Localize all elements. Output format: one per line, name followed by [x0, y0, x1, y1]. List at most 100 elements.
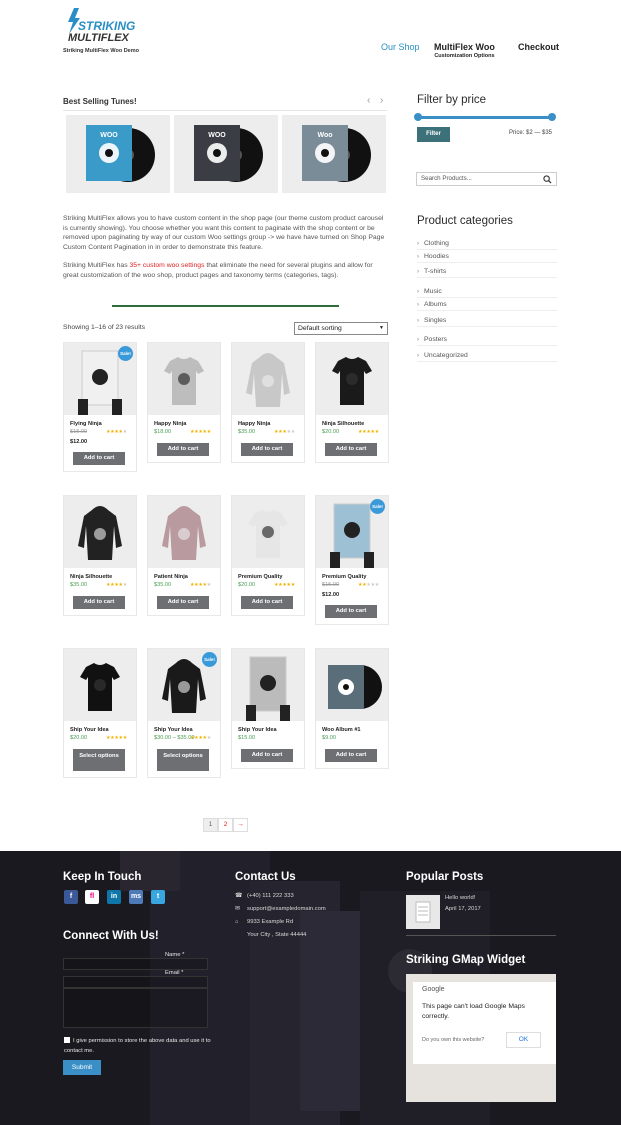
- add-to-cart-button[interactable]: Add to cart: [157, 596, 209, 609]
- product-image[interactable]: [232, 649, 304, 721]
- product-image[interactable]: [316, 343, 388, 415]
- carousel-next-icon[interactable]: ›: [380, 95, 383, 106]
- carousel-prev-icon[interactable]: ‹: [367, 95, 370, 106]
- category-item[interactable]: › Uncategorized: [417, 352, 557, 362]
- myspace-icon[interactable]: ms: [129, 890, 143, 904]
- product-name[interactable]: Premium Quality: [238, 574, 304, 580]
- product-name[interactable]: Ship Your Idea: [238, 727, 304, 733]
- carousel-item[interactable]: WOO: [174, 115, 278, 193]
- message-field[interactable]: [63, 988, 208, 1028]
- product-name[interactable]: Flying Ninja: [70, 421, 136, 427]
- product-image[interactable]: [64, 649, 136, 721]
- filter-button[interactable]: Filter: [417, 127, 450, 142]
- page-2[interactable]: 2: [218, 818, 233, 832]
- linkedin-icon[interactable]: in: [107, 890, 121, 904]
- product-card[interactable]: Happy Ninja $18.00 ★★★★★ Add to cart: [147, 342, 221, 463]
- category-item[interactable]: › Posters: [417, 336, 557, 346]
- add-to-cart-button[interactable]: Add to cart: [157, 443, 209, 456]
- product-price-row: $18.00 ★★★★★: [154, 429, 220, 437]
- product-card[interactable]: Patient Ninja $35.00 ★★★★★ Add to cart: [147, 495, 221, 616]
- product-name[interactable]: Happy Ninja: [154, 421, 220, 427]
- add-to-cart-button[interactable]: Add to cart: [73, 596, 125, 609]
- product-image[interactable]: [316, 649, 388, 721]
- submit-button[interactable]: Submit: [63, 1060, 101, 1075]
- product-image[interactable]: [64, 496, 136, 568]
- sort-select[interactable]: Default sorting ▼: [294, 322, 388, 335]
- product-image[interactable]: Sale!: [148, 649, 220, 721]
- product-name[interactable]: Ship Your Idea: [70, 727, 136, 733]
- product-card[interactable]: Happy Ninja $35.00 ★★★★★ Add to cart: [231, 342, 305, 463]
- consent-label: I give permission to store the above dat…: [64, 1038, 211, 1054]
- category-label: Uncategorized: [424, 352, 468, 359]
- custom-woo-settings-link[interactable]: 35+ custom woo settings: [129, 262, 204, 269]
- search-products-input[interactable]: Search Products...: [416, 172, 557, 186]
- product-image[interactable]: Sale!: [64, 343, 136, 415]
- price-slider-track[interactable]: [417, 116, 552, 119]
- result-count: Showing 1–16 of 23 results: [63, 324, 145, 331]
- add-to-cart-button[interactable]: Add to cart: [241, 596, 293, 609]
- add-to-cart-button[interactable]: Add to cart: [325, 749, 377, 762]
- search-icon[interactable]: [543, 175, 552, 184]
- product-image[interactable]: [232, 343, 304, 415]
- product-name[interactable]: Ninja Silhouette: [322, 421, 388, 427]
- category-item[interactable]: › Hoodies: [417, 253, 557, 263]
- product-image[interactable]: [148, 496, 220, 568]
- post-title[interactable]: Hello world!: [445, 895, 475, 901]
- select-options-button[interactable]: Select options: [157, 749, 209, 771]
- product-image[interactable]: [148, 343, 220, 415]
- name-field[interactable]: [63, 958, 208, 970]
- page-next[interactable]: →: [233, 818, 248, 832]
- category-label: Posters: [424, 336, 448, 343]
- product-card[interactable]: Ninja Silhouette $20.00 ★★★★★ Add to cart: [315, 342, 389, 463]
- price-slider-min-handle[interactable]: [414, 113, 422, 121]
- category-item[interactable]: › Music: [417, 288, 557, 298]
- flickr-icon[interactable]: fl: [85, 890, 99, 904]
- twitter-icon[interactable]: t: [151, 890, 165, 904]
- product-card[interactable]: Woo Album #1 $9.00 Add to cart: [315, 648, 389, 769]
- product-name[interactable]: Ninja Silhouette: [70, 574, 136, 580]
- product-price-row: $9.00: [322, 735, 388, 743]
- nav-multiflex-woo[interactable]: MultiFlex Woo Customization Options: [434, 42, 495, 59]
- category-item[interactable]: › Albums: [417, 301, 557, 311]
- add-to-cart-button[interactable]: Add to cart: [325, 605, 377, 618]
- nav-checkout[interactable]: Checkout: [518, 42, 559, 52]
- carousel-item[interactable]: Woo: [282, 115, 386, 193]
- product-image[interactable]: [232, 496, 304, 568]
- page-1[interactable]: 1: [203, 818, 218, 832]
- product-card[interactable]: Ship Your Idea $15.00 Add to cart: [231, 648, 305, 769]
- product-name[interactable]: Ship Your Idea: [154, 727, 220, 733]
- product-card[interactable]: Sale! Ship Your Idea $30.00 – $35.00 ★★★★★ S…: [147, 648, 221, 778]
- product-name[interactable]: Woo Album #1: [322, 727, 388, 733]
- select-options-button[interactable]: Select options: [73, 749, 125, 771]
- nav-our-shop[interactable]: Our Shop: [381, 42, 420, 52]
- product-image[interactable]: Sale!: [316, 496, 388, 568]
- gmap-ok-button[interactable]: OK: [506, 1032, 541, 1048]
- price-slider-max-handle[interactable]: [548, 113, 556, 121]
- product-name[interactable]: Happy Ninja: [238, 421, 304, 427]
- carousel-item[interactable]: WOO: [66, 115, 170, 193]
- product-card[interactable]: Premium Quality $20.00 ★★★★★ Add to cart: [231, 495, 305, 616]
- product-card[interactable]: Sale! Flying Ninja $15.00 ★★★★★ $12.00 Add to…: [63, 342, 137, 472]
- email-field[interactable]: [63, 976, 208, 988]
- product-price: $35.00: [154, 582, 172, 588]
- add-to-cart-button[interactable]: Add to cart: [325, 443, 377, 456]
- sale-badge: Sale!: [370, 499, 385, 514]
- product-card[interactable]: Sale! Premium Quality $15.00 ★★★★★ $12.00 Add…: [315, 495, 389, 625]
- popular-posts-title: Popular Posts: [406, 871, 484, 883]
- category-item[interactable]: › T-shirts: [417, 268, 557, 278]
- category-item[interactable]: › Clothing: [417, 240, 557, 250]
- product-name[interactable]: Premium Quality: [322, 574, 388, 580]
- product-card[interactable]: Ship Your Idea $20.00 ★★★★★ Select options: [63, 648, 137, 778]
- facebook-icon[interactable]: f: [64, 890, 78, 904]
- product-price: $35.00: [238, 429, 256, 435]
- category-item[interactable]: › Singles: [417, 317, 557, 327]
- site-logo[interactable]: STRIKING MULTIFLEX: [64, 8, 144, 44]
- post-thumbnail[interactable]: [406, 895, 440, 929]
- product-name[interactable]: Patient Ninja: [154, 574, 220, 580]
- add-to-cart-button[interactable]: Add to cart: [241, 443, 293, 456]
- add-to-cart-button[interactable]: Add to cart: [73, 452, 125, 465]
- product-card[interactable]: Ninja Silhouette $35.00 ★★★★★ Add to cart: [63, 495, 137, 616]
- add-to-cart-button[interactable]: Add to cart: [241, 749, 293, 762]
- gmap-owner-question[interactable]: Do you own this website?: [422, 1037, 484, 1043]
- contact-email[interactable]: support@exampledomain.com: [247, 906, 326, 912]
